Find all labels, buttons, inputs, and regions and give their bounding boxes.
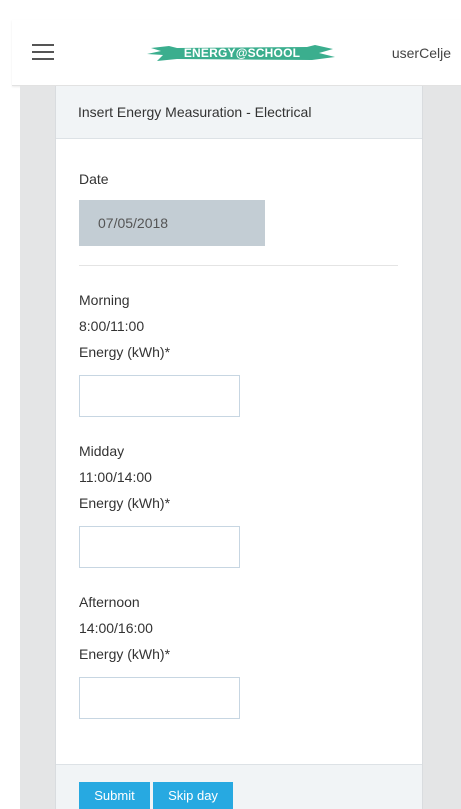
panel-title: Insert Energy Measuration - Electrical	[56, 86, 422, 139]
hamburger-menu-icon[interactable]	[32, 44, 54, 60]
period-name: Afternoon	[79, 594, 140, 610]
submit-button[interactable]: Submit	[79, 782, 150, 809]
logo-text: ENERGY@SCHOOL	[183, 46, 301, 60]
period-time: 8:00/11:00	[79, 318, 145, 334]
menu-bar	[32, 44, 54, 46]
date-field[interactable]: 07/05/2018	[79, 200, 265, 246]
period-time: 11:00/14:00	[79, 469, 152, 485]
period-name: Midday	[79, 443, 125, 459]
menu-bar	[32, 51, 54, 53]
logo[interactable]: ENERGY@SCHOOL	[147, 45, 337, 61]
period-time: 14:00/16:00	[79, 620, 153, 636]
midday-energy-input[interactable]	[79, 526, 240, 568]
energy-label: Energy (kWh)*	[79, 344, 171, 360]
skip-day-button[interactable]: Skip day	[153, 782, 233, 809]
period-name: Morning	[79, 292, 130, 308]
afternoon-energy-input[interactable]	[79, 677, 240, 719]
date-label: Date	[79, 171, 109, 187]
energy-label: Energy (kWh)*	[79, 646, 171, 662]
app-header: ENERGY@SCHOOL userCelje	[12, 20, 461, 86]
measurement-panel: Insert Energy Measuration - Electrical D…	[55, 86, 423, 809]
menu-bar	[32, 58, 54, 60]
panel-footer: Submit Skip day	[56, 764, 422, 809]
divider	[79, 265, 398, 266]
energy-label: Energy (kWh)*	[79, 495, 171, 511]
top-strip	[0, 0, 461, 20]
user-name[interactable]: userCelje	[392, 44, 451, 62]
morning-energy-input[interactable]	[79, 375, 240, 417]
